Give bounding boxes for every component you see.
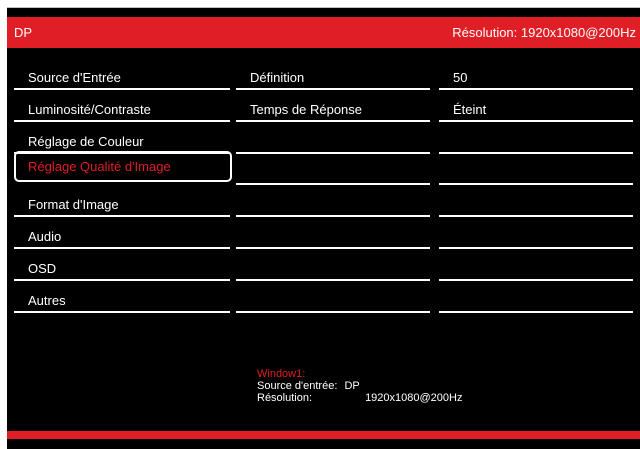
- submenu-empty-row: [236, 157, 430, 185]
- window-label: Window1:: [257, 368, 306, 380]
- divider: [236, 247, 430, 249]
- menu-item-osd[interactable]: OSD: [14, 253, 230, 281]
- menu-item-source[interactable]: Source d'Entrée: [14, 62, 230, 90]
- divider: [439, 279, 633, 281]
- divider: [236, 88, 430, 90]
- submenu-empty-row: [236, 285, 430, 313]
- divider: [236, 215, 430, 217]
- divider: [439, 120, 633, 122]
- menu-item-label: OSD: [28, 261, 57, 276]
- menu-item-label: Réglage de Couleur: [28, 134, 144, 149]
- menu-item-label: Autres: [28, 293, 66, 308]
- source-info-row: Source d'entrée: DP: [257, 380, 462, 392]
- divider: [14, 88, 230, 90]
- divider: [439, 152, 633, 154]
- value-empty-row: [439, 285, 633, 313]
- resolution-info-label: Résolution:: [257, 392, 313, 404]
- menu-item-color[interactable]: Réglage de Couleur: [14, 126, 230, 154]
- value-text: 50: [453, 70, 468, 85]
- menu-item-label: Réglage Qualité d'Image: [28, 159, 171, 174]
- resolution-info-row: Résolution: 1920x1080@200Hz: [257, 392, 462, 404]
- menu-item-other[interactable]: Autres: [14, 285, 230, 313]
- resolution-status: Résolution: 1920x1080@200Hz: [452, 25, 636, 40]
- osd-header: DP Résolution: 1920x1080@200Hz: [7, 17, 640, 48]
- value-empty-row: [439, 189, 633, 217]
- menu-item-image-format[interactable]: Format d'Image: [14, 189, 230, 217]
- divider: [236, 120, 430, 122]
- submenu-item-label: Définition: [250, 70, 305, 85]
- bottom-accent-bar: [7, 431, 640, 439]
- divider: [439, 311, 633, 313]
- submenu-item-label: Temps de Réponse: [250, 102, 363, 117]
- menu-item-image-quality[interactable]: Réglage Qualité d'Image: [14, 151, 232, 182]
- divider: [236, 183, 430, 185]
- source-info-label: Source d'entrée:: [257, 380, 338, 392]
- divider: [14, 279, 230, 281]
- menu-item-brightness-contrast[interactable]: Luminosité/Contraste: [14, 94, 230, 122]
- top-divider: [7, 7, 640, 8]
- value-empty-row: [439, 221, 633, 249]
- value-empty-row: [439, 253, 633, 281]
- divider: [236, 152, 430, 154]
- window-info: Window1: Source d'entrée: DP Résolution:…: [257, 368, 462, 404]
- value-text: Éteint: [453, 102, 487, 117]
- source-info-value: DP: [344, 380, 360, 392]
- resolution-info-value: 1920x1080@200Hz: [365, 392, 463, 404]
- submenu-empty-row: [236, 221, 430, 249]
- divider: [14, 247, 230, 249]
- value-definition[interactable]: 50: [439, 62, 633, 90]
- submenu-empty-row: [236, 126, 430, 154]
- input-source-title: DP: [14, 25, 33, 40]
- divider: [236, 279, 430, 281]
- submenu-item-definition[interactable]: Définition: [236, 62, 430, 90]
- menu-item-audio[interactable]: Audio: [14, 221, 230, 249]
- menu-item-label: Luminosité/Contraste: [28, 102, 151, 117]
- divider: [236, 311, 430, 313]
- divider: [439, 183, 633, 185]
- divider: [439, 88, 633, 90]
- divider: [14, 120, 230, 122]
- value-empty-row: [439, 126, 633, 154]
- submenu-item-response-time[interactable]: Temps de Réponse: [236, 94, 430, 122]
- value-response-time[interactable]: Éteint: [439, 94, 633, 122]
- divider: [14, 215, 230, 217]
- menu-item-label: Audio: [28, 229, 62, 244]
- divider: [439, 215, 633, 217]
- submenu-empty-row: [236, 253, 430, 281]
- menu-item-label: Format d'Image: [28, 197, 119, 212]
- value-empty-row: [439, 157, 633, 185]
- divider: [439, 247, 633, 249]
- menu-item-label: Source d'Entrée: [28, 70, 121, 85]
- divider: [14, 311, 230, 313]
- submenu-empty-row: [236, 189, 430, 217]
